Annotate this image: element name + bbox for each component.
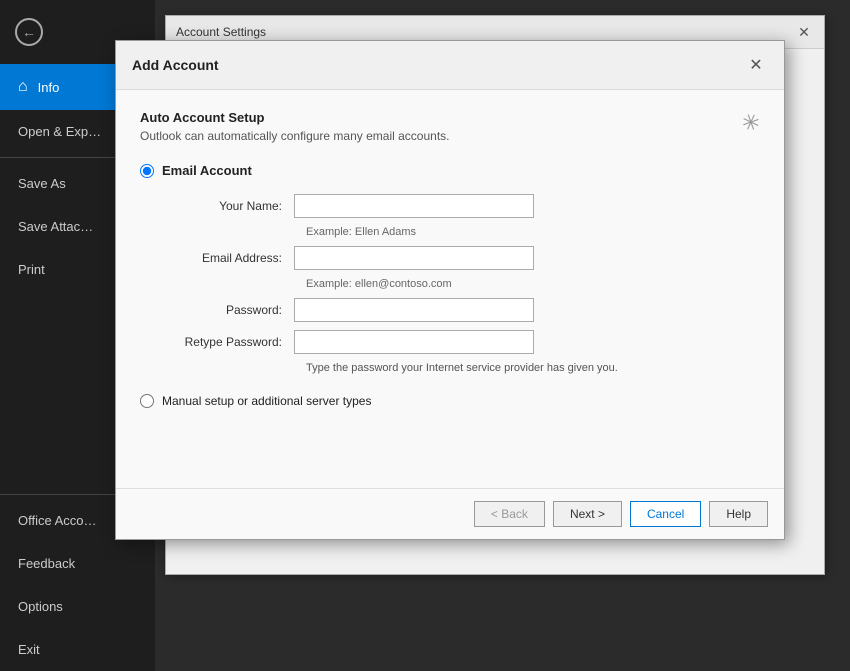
- email-address-hint: Example: ellen@contoso.com: [306, 278, 784, 290]
- retype-password-row: Retype Password:: [164, 330, 784, 354]
- sidebar-item-label: Save Attac…: [18, 219, 93, 234]
- sidebar-item-label: Feedback: [18, 556, 75, 571]
- form-fields: Your Name: Example: Ellen Adams Email Ad…: [164, 194, 784, 374]
- dialog-titlebar: Add Account ✕: [116, 41, 784, 90]
- sidebar-item-feedback[interactable]: Feedback: [0, 542, 155, 585]
- spinner-icon: ✳: [738, 108, 764, 139]
- password-input[interactable]: [294, 298, 534, 322]
- your-name-label: Your Name:: [164, 199, 294, 213]
- radio-section: Email Account Your Name: Example: Ellen …: [140, 163, 760, 408]
- cancel-button[interactable]: Cancel: [630, 501, 701, 527]
- back-button[interactable]: < Back: [474, 501, 545, 527]
- auto-setup-description: Outlook can automatically configure many…: [140, 129, 450, 143]
- sidebar-item-label: Info: [38, 80, 60, 95]
- email-account-radio[interactable]: [140, 164, 154, 178]
- your-name-input[interactable]: [294, 194, 534, 218]
- email-address-row: Email Address:: [164, 246, 784, 270]
- back-icon: ←: [15, 18, 43, 46]
- retype-password-input[interactable]: [294, 330, 534, 354]
- your-name-hint: Example: Ellen Adams: [306, 226, 784, 238]
- dialog-footer: < Back Next > Cancel Help: [116, 488, 784, 539]
- password-note: Type the password your Internet service …: [306, 362, 784, 374]
- your-name-row: Your Name:: [164, 194, 784, 218]
- auto-setup-section: Auto Account Setup Outlook can automatic…: [140, 110, 760, 143]
- sidebar-item-label: Options: [18, 599, 63, 614]
- auto-setup-heading: Auto Account Setup: [140, 110, 450, 125]
- password-row: Password:: [164, 298, 784, 322]
- email-account-radio-label[interactable]: Email Account: [140, 163, 760, 178]
- add-account-dialog: Add Account ✕ Auto Account Setup Outlook…: [115, 40, 785, 540]
- account-settings-title: Account Settings: [176, 25, 266, 39]
- manual-setup-radio[interactable]: [140, 394, 154, 408]
- sidebar-item-exit[interactable]: Exit: [0, 628, 155, 671]
- retype-password-label: Retype Password:: [164, 335, 294, 349]
- dialog-title: Add Account: [132, 57, 219, 73]
- email-address-label: Email Address:: [164, 251, 294, 265]
- home-icon: ⌂: [18, 78, 28, 96]
- auto-setup-text: Auto Account Setup Outlook can automatic…: [140, 110, 450, 143]
- email-address-input[interactable]: [294, 246, 534, 270]
- sidebar-item-label: Save As: [18, 176, 66, 191]
- sidebar-item-options[interactable]: Options: [0, 585, 155, 628]
- help-button[interactable]: Help: [709, 501, 768, 527]
- account-settings-close-button[interactable]: ✕: [794, 22, 814, 42]
- manual-setup-label: Manual setup or additional server types: [162, 394, 371, 408]
- sidebar-item-label: Open & Exp…: [18, 124, 101, 139]
- sidebar-item-label: Print: [18, 262, 45, 277]
- password-label: Password:: [164, 303, 294, 317]
- sidebar-item-label: Office Acco…: [18, 513, 97, 528]
- email-account-label: Email Account: [162, 163, 252, 178]
- dialog-close-button[interactable]: ✕: [744, 53, 768, 77]
- sidebar-item-label: Exit: [18, 642, 40, 657]
- manual-setup-radio-label[interactable]: Manual setup or additional server types: [140, 394, 760, 408]
- next-button[interactable]: Next >: [553, 501, 622, 527]
- dialog-body: Auto Account Setup Outlook can automatic…: [116, 90, 784, 488]
